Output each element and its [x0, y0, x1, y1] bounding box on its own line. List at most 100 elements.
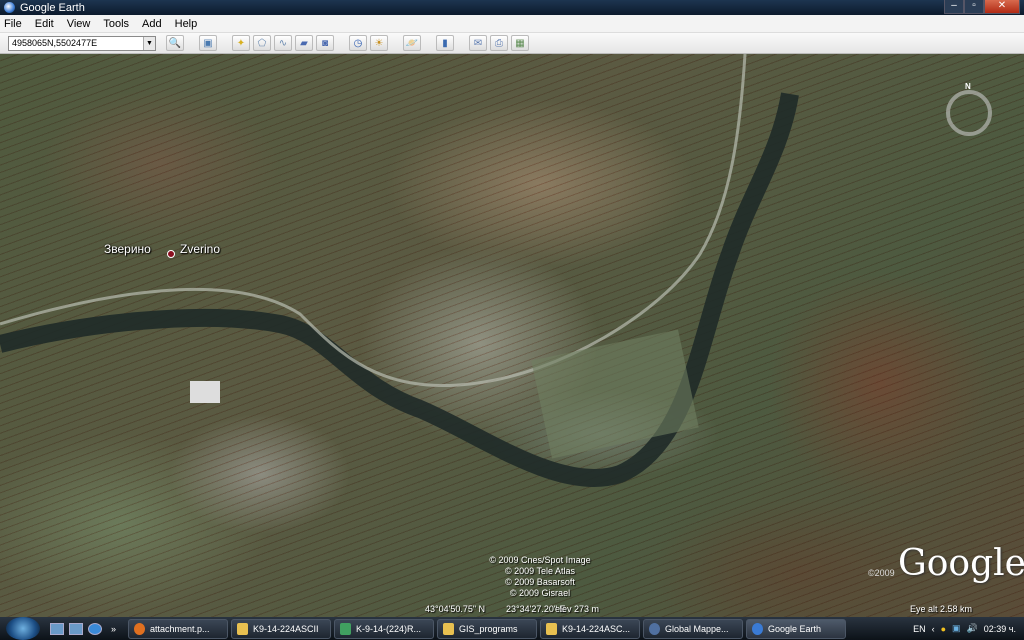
copyright-line: © 2009 Cnes/Spot Image: [489, 555, 591, 565]
eye-altitude: Eye alt 2.58 km: [910, 604, 973, 614]
tray-expand-icon[interactable]: ‹: [932, 624, 935, 634]
menu-bar: File Edit View Tools Add Help: [0, 15, 1024, 33]
sunlight-button[interactable]: ☀: [370, 35, 388, 51]
place-label-latin[interactable]: Zverino: [180, 242, 220, 256]
task-folder[interactable]: K9-14-224ASCII: [231, 618, 332, 639]
minimize-button[interactable]: –: [944, 0, 964, 14]
chevron-down-icon[interactable]: ▼: [143, 36, 155, 50]
task-label: K9-14-224ASCII: [253, 623, 319, 634]
close-button[interactable]: ✕: [984, 0, 1020, 14]
clock[interactable]: 02:39 ч.: [984, 624, 1016, 634]
add-placemark-button[interactable]: ✦: [232, 35, 250, 51]
search-button[interactable]: 🔍: [166, 35, 184, 51]
latitude: 43°04'50.75" N: [425, 604, 486, 614]
copyright-line: © 2009 Gisrael: [509, 588, 571, 598]
add-path-button[interactable]: ∿: [274, 35, 292, 51]
task-label: attachment.p...: [150, 623, 210, 634]
copyright-line: © 2009 Tele Atlas: [504, 566, 575, 576]
polygon-icon: ⬠: [257, 37, 267, 49]
task-global-mapper[interactable]: Global Mappe...: [643, 618, 744, 639]
window-title: Google Earth: [20, 1, 85, 14]
folder-icon: [443, 622, 455, 635]
navigation-compass[interactable]: N: [946, 82, 992, 136]
planet-icon: 🪐: [405, 37, 419, 49]
task-google-earth[interactable]: Google Earth: [746, 618, 847, 639]
menu-help[interactable]: Help: [175, 18, 198, 30]
building: [190, 381, 220, 403]
google-logo: Google: [898, 543, 1024, 584]
firefox-icon: [134, 622, 146, 635]
messenger-icon[interactable]: ●: [941, 624, 946, 634]
folder-icon: [237, 622, 249, 635]
task-label: K-9-14-(224)R...: [356, 623, 422, 634]
task-firefox[interactable]: attachment.p...: [128, 618, 229, 639]
task-label: Google Earth: [768, 623, 822, 634]
field: [531, 329, 699, 459]
volume-icon[interactable]: 🔊: [967, 623, 978, 634]
quicklaunch-more-icon[interactable]: »: [111, 624, 116, 634]
menu-add[interactable]: Add: [142, 18, 162, 30]
menu-file[interactable]: File: [4, 18, 22, 30]
place-label-cyrillic[interactable]: Зверино: [104, 242, 151, 256]
task-label: GIS_programs: [459, 623, 518, 634]
record-tour-button[interactable]: ◙: [316, 35, 334, 51]
system-tray: EN ‹ ● ▣ 🔊 02:39 ч.: [907, 623, 1024, 634]
folder-icon: [546, 622, 558, 635]
internet-explorer-icon[interactable]: [88, 622, 102, 635]
toolbar: 4958065N,5502477E ▼ 🔍 ▣ ✦ ⬠ ∿ ▰ ◙ ◷ ☀ 🪐 ▮…: [0, 33, 1024, 54]
search-value: 4958065N,5502477E: [12, 38, 98, 48]
map-view[interactable]: Зверино Zverino N © 2009 Cnes/Spot Image…: [0, 54, 1024, 617]
sun-icon: ☀: [374, 37, 384, 49]
elevation: elev 273 m: [555, 604, 600, 614]
ruler-icon: ▮: [442, 37, 448, 49]
pushpin-icon: ✦: [236, 37, 246, 49]
print-button[interactable]: ⎙: [490, 35, 508, 51]
google-earth-icon: [752, 622, 764, 635]
menu-edit[interactable]: Edit: [35, 18, 54, 30]
status-bar: 43°04'50.75" N 23°34'27.20" E elev 273 m…: [0, 603, 1024, 617]
show-desktop-icon[interactable]: [50, 622, 64, 635]
start-button[interactable]: [6, 617, 40, 640]
menu-view[interactable]: View: [67, 18, 91, 30]
clock-icon: ◷: [353, 37, 363, 49]
printer-icon: ⎙: [495, 37, 503, 49]
road: [0, 54, 747, 387]
map-icon: ▦: [515, 37, 525, 49]
add-polygon-button[interactable]: ⬠: [253, 35, 271, 51]
maximize-button[interactable]: ▫: [964, 0, 984, 14]
magnifier-icon: 🔍: [168, 37, 182, 49]
email-button[interactable]: ✉: [469, 35, 487, 51]
add-overlay-button[interactable]: ▰: [295, 35, 313, 51]
task-label: Global Mappe...: [665, 623, 729, 634]
logo-year: ©2009: [868, 568, 895, 578]
copyright-line: © 2009 Basarsoft: [505, 577, 575, 587]
historical-imagery-button[interactable]: ◷: [349, 35, 367, 51]
task-label: K9-14-224ASC...: [562, 623, 631, 634]
path-icon: ∿: [278, 37, 288, 49]
view-in-maps-button[interactable]: ▦: [511, 35, 529, 51]
globe-icon: [649, 622, 661, 635]
search-input[interactable]: 4958065N,5502477E ▼: [8, 35, 156, 51]
title-bar: Google Earth – ▫ ✕: [0, 0, 1024, 15]
network-icon[interactable]: ▣: [952, 623, 961, 634]
taskbar: » attachment.p... K9-14-224ASCII K-9-14-…: [0, 617, 1024, 640]
ruler-button[interactable]: ▮: [436, 35, 454, 51]
compass-north-label: N: [965, 82, 971, 91]
map-features: [0, 54, 799, 487]
envelope-icon: ✉: [473, 37, 483, 49]
imagery-copyright: © 2009 Cnes/Spot Image © 2009 Tele Atlas…: [440, 555, 640, 599]
sidebar-icon: ▣: [203, 37, 213, 49]
google-earth-icon: [4, 2, 15, 13]
spreadsheet-icon: [340, 622, 352, 635]
language-indicator[interactable]: EN: [913, 624, 926, 634]
camera-icon: ◙: [321, 37, 329, 49]
switch-planet-button[interactable]: 🪐: [403, 35, 421, 51]
overlay-icon: ▰: [300, 37, 308, 49]
sidebar-toggle-button[interactable]: ▣: [199, 35, 217, 51]
place-pin[interactable]: [167, 250, 175, 258]
menu-tools[interactable]: Tools: [103, 18, 129, 30]
switch-windows-icon[interactable]: [69, 622, 83, 635]
task-folder[interactable]: K9-14-224ASC...: [540, 618, 641, 639]
task-file[interactable]: K-9-14-(224)R...: [334, 618, 435, 639]
task-folder[interactable]: GIS_programs: [437, 618, 538, 639]
